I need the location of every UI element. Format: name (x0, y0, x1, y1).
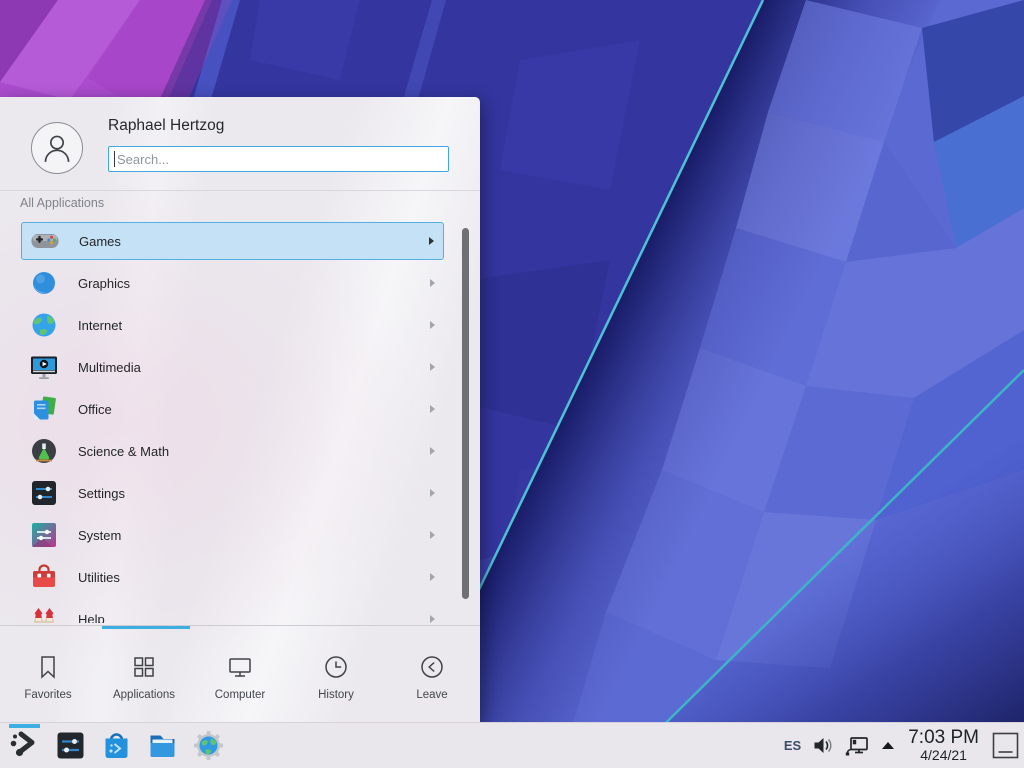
category-label: Science & Math (78, 444, 169, 459)
tab-label: Computer (215, 689, 266, 701)
submenu-arrow-icon (430, 321, 435, 329)
tab-label: Applications (113, 689, 175, 701)
tab-leave[interactable]: Leave (384, 629, 480, 722)
user-name: Raphael Hertzog (108, 117, 224, 135)
toolbox-icon (28, 561, 60, 593)
application-launcher-menu: Raphael Hertzog All Applications Games (0, 97, 480, 722)
tab-label: Leave (416, 689, 447, 701)
tab-bar-divider (0, 625, 480, 626)
media-player-icon (28, 351, 60, 383)
digital-clock[interactable]: 7:03 PM 4/24/21 (908, 728, 979, 764)
category-multimedia[interactable]: Multimedia (21, 348, 444, 386)
category-science-math[interactable]: Science & Math (21, 432, 444, 470)
text-caret (114, 151, 115, 167)
submenu-arrow-icon (430, 447, 435, 455)
tab-applications[interactable]: Applications (96, 629, 192, 722)
system-sliders-icon (28, 519, 60, 551)
category-graphics[interactable]: Graphics (21, 264, 444, 302)
clock-icon (321, 652, 351, 682)
gamepad-icon (29, 225, 61, 257)
user-avatar[interactable] (31, 122, 83, 174)
tab-favorites[interactable]: Favorites (0, 629, 96, 722)
globe-icon (28, 309, 60, 341)
paint-ball-icon (28, 267, 60, 299)
keyboard-layout-indicator[interactable]: ES (784, 738, 801, 753)
category-label: System (78, 528, 121, 543)
sliders-icon (28, 477, 60, 509)
tab-computer[interactable]: Computer (192, 629, 288, 722)
category-help[interactable]: Help (21, 600, 444, 623)
system-tray: ES 7:03 PM 4/24/21 (784, 723, 1019, 768)
launcher-tab-bar: Favorites Applications Computer (0, 629, 480, 722)
category-label: Help (78, 612, 105, 624)
submenu-arrow-icon (430, 363, 435, 371)
submenu-arrow-icon (430, 489, 435, 497)
bookmark-icon (33, 652, 63, 682)
show-desktop-button[interactable] (992, 732, 1019, 759)
network-icon[interactable] (844, 735, 870, 757)
submenu-arrow-icon (430, 615, 435, 623)
category-list: Games Graphics Internet (0, 222, 456, 623)
tab-label: History (318, 689, 354, 701)
grid-icon (129, 652, 159, 682)
search-input[interactable] (108, 146, 449, 172)
category-internet[interactable]: Internet (21, 306, 444, 344)
web-browser-button[interactable] (192, 729, 225, 762)
taskbar-apps (8, 723, 225, 768)
section-label: All Applications (20, 196, 104, 210)
documents-icon (28, 393, 60, 425)
discover-button[interactable] (100, 729, 133, 762)
discover-icon (100, 729, 133, 762)
flask-icon (28, 435, 60, 467)
submenu-arrow-icon (430, 279, 435, 287)
submenu-arrow-icon (430, 531, 435, 539)
category-label: Settings (78, 486, 125, 501)
clock-time: 7:03 PM (908, 728, 979, 749)
tab-label: Favorites (24, 689, 71, 701)
monitor-icon (225, 652, 255, 682)
category-label: Internet (78, 318, 122, 333)
category-label: Utilities (78, 570, 120, 585)
category-office[interactable]: Office (21, 390, 444, 428)
submenu-arrow-icon (430, 573, 435, 581)
category-label: Multimedia (78, 360, 141, 375)
category-label: Office (78, 402, 112, 417)
category-games[interactable]: Games (21, 222, 444, 260)
category-utilities[interactable]: Utilities (21, 558, 444, 596)
web-globe-icon (192, 729, 225, 762)
kickoff-launcher-icon (8, 729, 41, 762)
help-icon (28, 603, 60, 623)
file-manager-icon (146, 729, 179, 762)
system-settings-icon (54, 729, 87, 762)
active-app-indicator (9, 724, 40, 728)
volume-icon[interactable] (812, 735, 833, 756)
submenu-arrow-icon (429, 237, 434, 245)
system-settings-button[interactable] (54, 729, 87, 762)
tab-history[interactable]: History (288, 629, 384, 722)
taskbar-panel: ES 7:03 PM 4/24/21 (0, 722, 1024, 768)
category-settings[interactable]: Settings (21, 474, 444, 512)
category-label: Graphics (78, 276, 130, 291)
file-manager-button[interactable] (146, 729, 179, 762)
clock-date: 4/24/21 (908, 748, 979, 763)
user-icon (37, 128, 77, 168)
submenu-arrow-icon (430, 405, 435, 413)
category-label: Games (79, 234, 121, 249)
expand-up-arrow-icon[interactable] (881, 741, 895, 750)
category-system[interactable]: System (21, 516, 444, 554)
search-box (108, 146, 449, 172)
scrollbar-handle[interactable] (462, 228, 469, 599)
leave-circle-icon (417, 652, 447, 682)
header-divider (0, 190, 480, 191)
kickoff-launcher-button[interactable] (8, 729, 41, 762)
